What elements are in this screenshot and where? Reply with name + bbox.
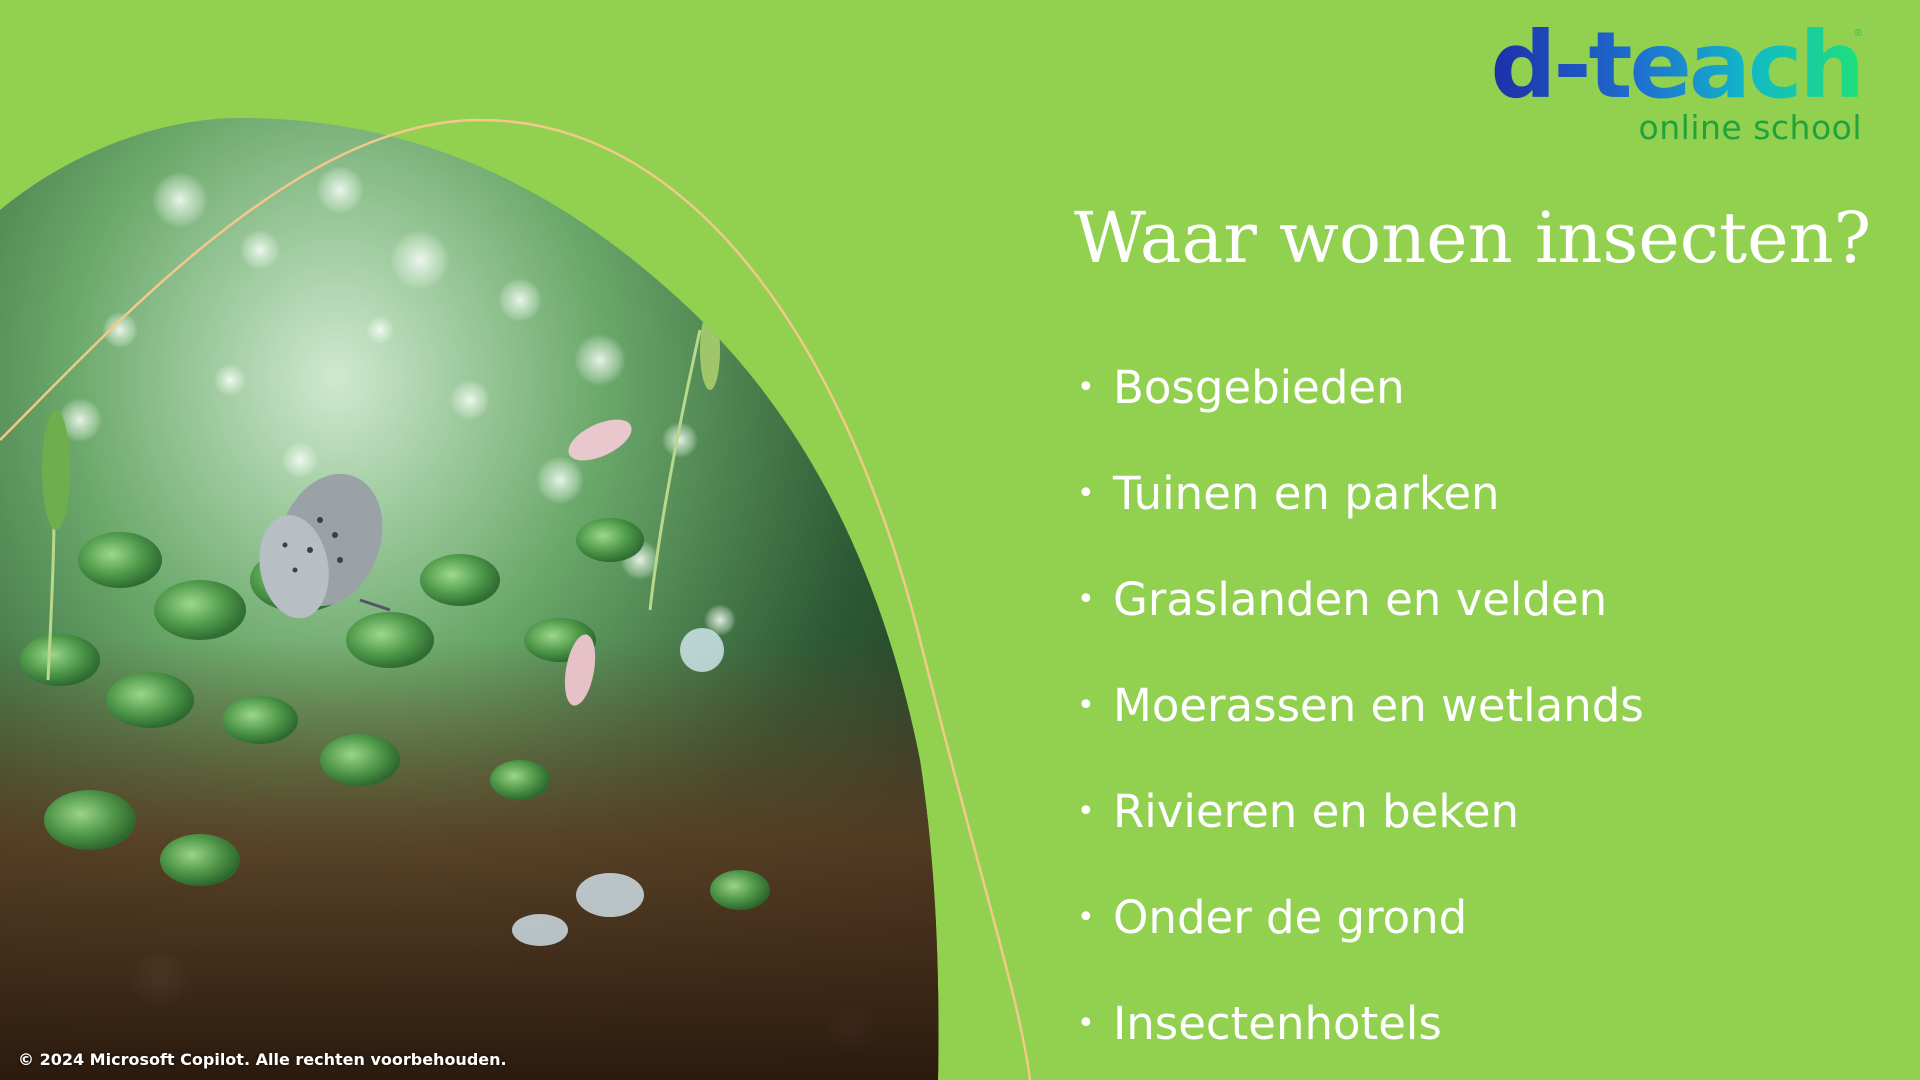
list-item-label: Moerassen en wetlands (1113, 678, 1644, 732)
list-item-label: Tuinen en parken (1113, 466, 1500, 520)
list-item: • Rivieren en beken (1077, 758, 1644, 864)
list-item: • Insectenhotels (1077, 970, 1644, 1076)
bullet-icon: • (1077, 581, 1095, 617)
list-item-label: Graslanden en velden (1113, 572, 1608, 626)
bullet-icon: • (1077, 475, 1095, 511)
habitat-list: • Bosgebieden • Tuinen en parken • Grasland… (1077, 334, 1644, 1076)
list-item: • Moerassen en wetlands (1077, 652, 1644, 758)
slide-title: Waar wonen insecten? (1074, 197, 1872, 279)
logo-wordmark: d-teach (1490, 12, 1865, 119)
bullet-icon: • (1077, 793, 1095, 829)
copyright-caption: © 2024 Microsoft Copilot. Alle rechten v… (18, 1050, 507, 1069)
bullet-icon: • (1077, 369, 1095, 405)
list-item: • Graslanden en velden (1077, 546, 1644, 652)
list-item-label: Onder de grond (1113, 890, 1468, 944)
bullet-icon: • (1077, 1005, 1095, 1041)
slide: ® d-teach online school Waar wonen insec… (0, 0, 1920, 1080)
list-item: • Bosgebieden (1077, 334, 1644, 440)
list-item-label: Bosgebieden (1113, 360, 1405, 414)
list-item: • Onder de grond (1077, 864, 1644, 970)
d-teach-logo: ® d-teach online school (1462, 12, 1865, 156)
list-item-label: Rivieren en beken (1113, 784, 1520, 838)
list-item: • Tuinen en parken (1077, 440, 1644, 546)
list-item-label: Insectenhotels (1113, 996, 1442, 1050)
registered-mark: ® (1854, 28, 1862, 39)
bullet-icon: • (1077, 687, 1095, 723)
bullet-icon: • (1077, 899, 1095, 935)
